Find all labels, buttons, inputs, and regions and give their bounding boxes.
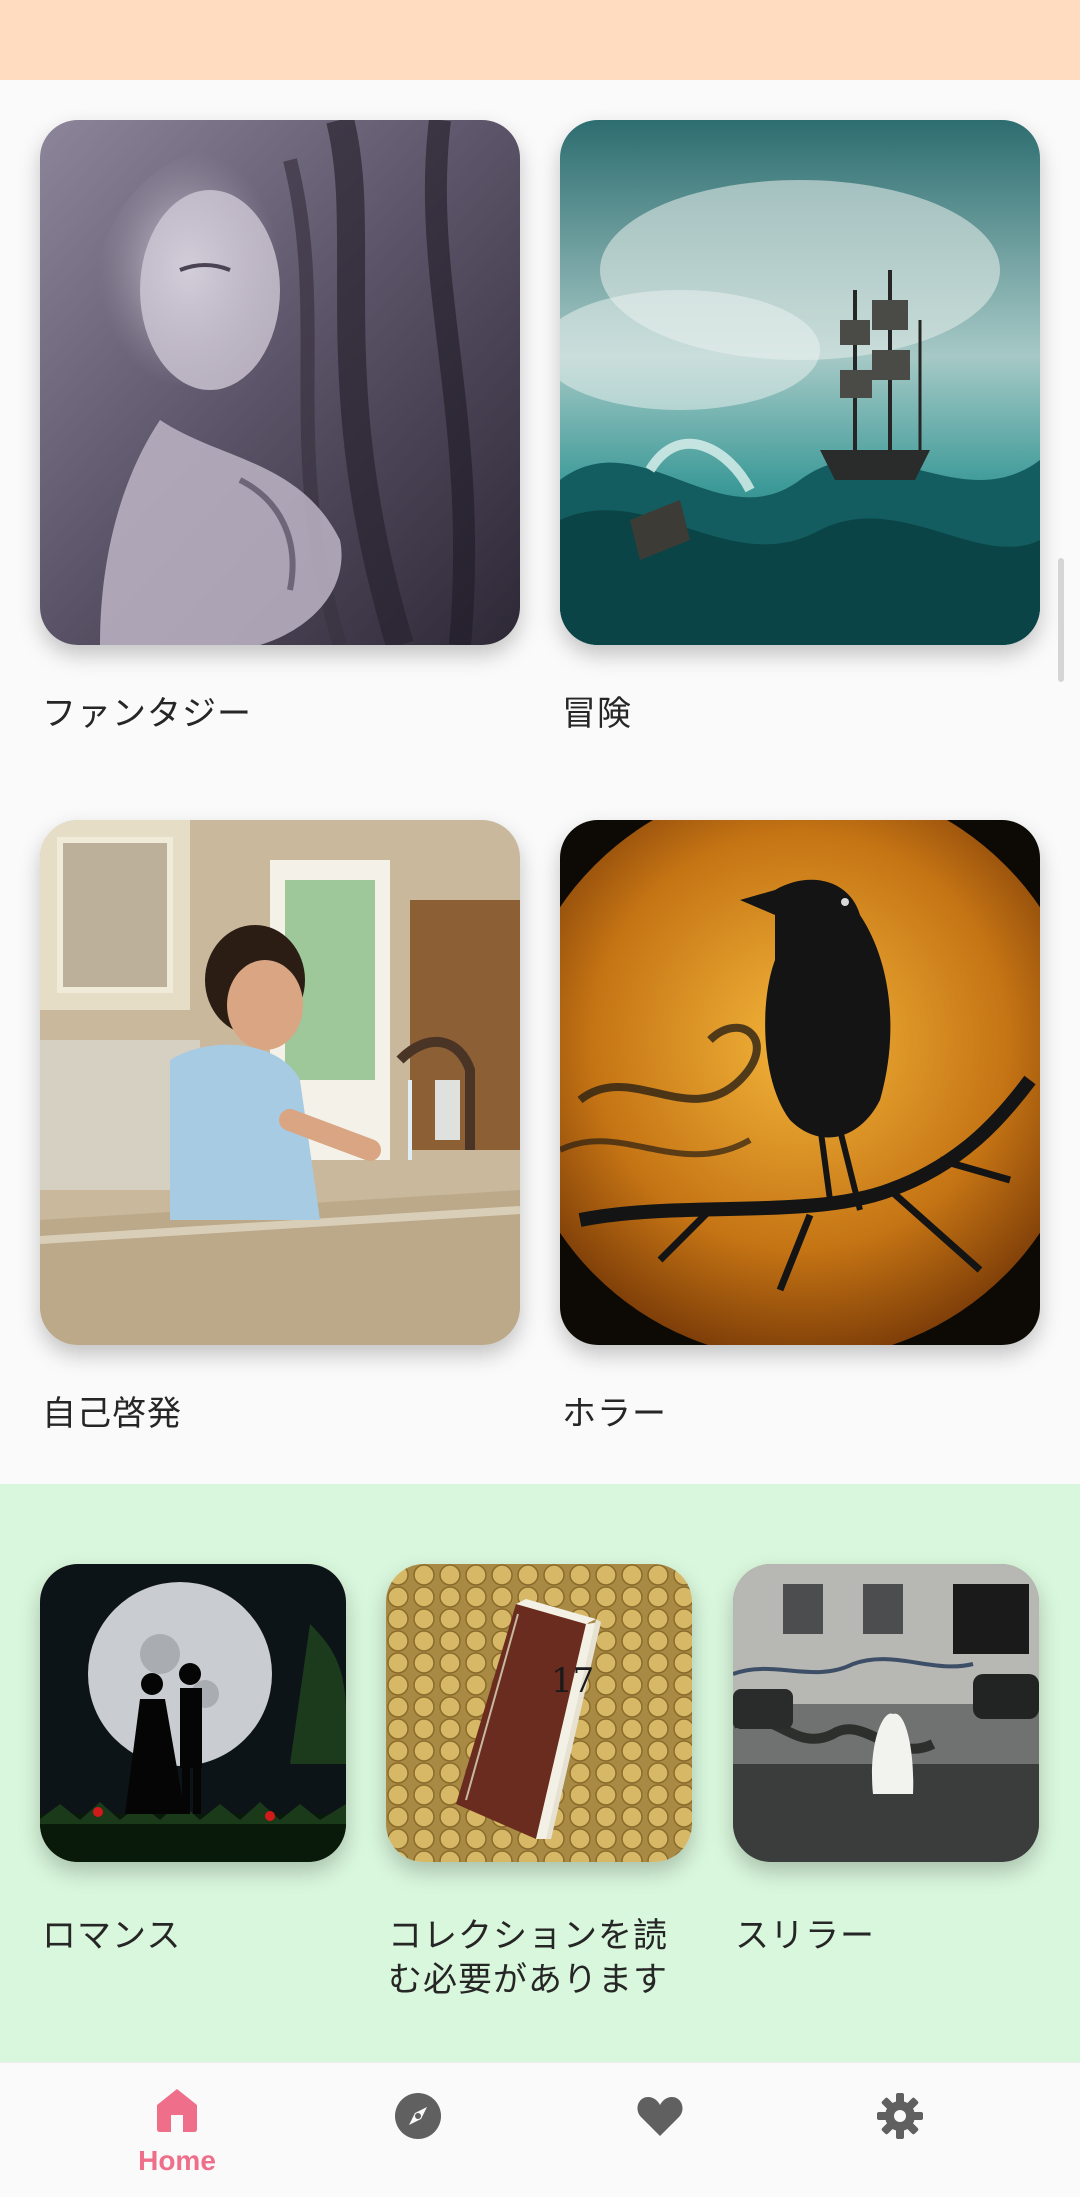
genre-image-fantasy: [40, 120, 520, 645]
genre-card-must-read[interactable]: 17 コレクションを読む必要があります: [386, 1564, 692, 2024]
genre-card-romance[interactable]: ロマンス: [40, 1564, 346, 1984]
genre-card-adventure[interactable]: 冒険: [560, 120, 1040, 760]
heart-icon: [637, 2097, 683, 2136]
genre-label-must-read: コレクションを読む必要があります: [388, 1916, 668, 2000]
genre-card-horror[interactable]: ホラー: [560, 820, 1040, 1460]
genre-card-thriller[interactable]: スリラー: [733, 1564, 1039, 1984]
genre-card-fantasy[interactable]: ファンタジー: [40, 120, 520, 760]
svg-text:17: 17: [551, 1661, 594, 1701]
compass-icon: [395, 2093, 441, 2139]
genre-label-thriller: スリラー: [735, 1916, 875, 1956]
nav-item-settings[interactable]: [810, 2063, 990, 2197]
bottom-navigation: Home: [0, 2062, 1080, 2197]
genre-image-must-read: 17: [386, 1564, 692, 1862]
genre-label-romance: ロマンス: [42, 1916, 182, 1956]
top-app-bar: [0, 0, 1080, 80]
nav-item-home[interactable]: Home: [87, 2063, 267, 2197]
nav-label-home: Home: [138, 2145, 216, 2176]
home-icon: [157, 2089, 197, 2132]
genre-image-horror: [560, 820, 1040, 1345]
nav-item-favorites[interactable]: [570, 2063, 750, 2197]
genre-image-romance: [40, 1564, 346, 1862]
genre-image-thriller: [733, 1564, 1039, 1862]
scrollbar-thumb[interactable]: [1058, 558, 1064, 682]
genre-grid-large: ファンタジー 冒険 自己啓発 ホラー: [0, 80, 1080, 1484]
genre-image-adventure: [560, 120, 1040, 645]
genre-label-fantasy: ファンタジー: [42, 694, 252, 734]
genre-label-horror: ホラー: [562, 1394, 667, 1434]
genre-grid-small: ロマンス 17 コレクションを読む必要があります スリラー: [0, 1484, 1080, 2062]
nav-item-explore[interactable]: [328, 2063, 508, 2197]
gear-icon: [877, 2093, 923, 2139]
genre-label-self-help: 自己啓発: [42, 1394, 182, 1434]
genre-card-self-help[interactable]: 自己啓発: [40, 820, 520, 1460]
genre-label-adventure: 冒険: [562, 694, 632, 734]
genre-image-self-help: [40, 820, 520, 1345]
